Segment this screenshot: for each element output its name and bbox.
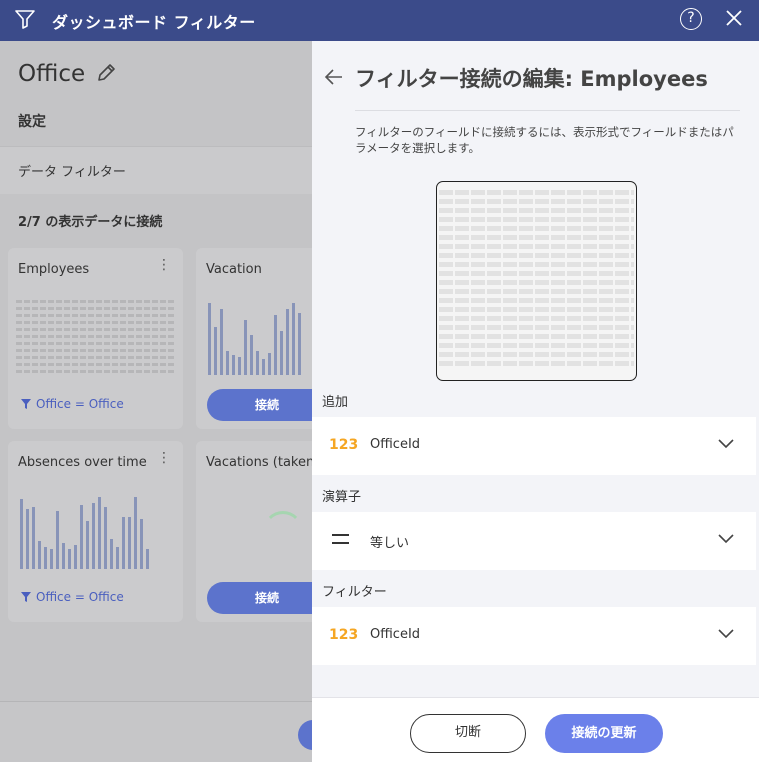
loading-spinner [263, 511, 303, 551]
card-filter-status: Office = Office [20, 397, 124, 411]
dashboard-filter-pane: Office 設定 データ フィルター 2/7 の表示データに接続 Employ… [0, 41, 312, 762]
operator-select[interactable]: 等しい [312, 512, 756, 570]
update-connection-button[interactable]: 接続の更新 [545, 714, 663, 753]
visualization-card-absences[interactable]: Absences over time ⋮ Office = Office [8, 441, 183, 622]
title-bar: ダッシュボード フィルター ? [0, 0, 759, 41]
visualization-card-vacation[interactable]: Vacation 接続 [196, 248, 312, 429]
card-title: Vacations (taken [206, 455, 312, 470]
filter-field-value: OfficeId [370, 627, 421, 642]
close-icon[interactable] [725, 9, 743, 27]
visualization-preview[interactable] [436, 181, 637, 381]
filter-icon [21, 399, 31, 409]
card-filter-text: Office = Office [36, 590, 124, 604]
card-title: Vacation [206, 262, 262, 277]
panel-description: フィルターのフィールドに接続するには、表示形式でフィールドまたはパラメータを選択… [355, 125, 734, 155]
equals-icon [332, 534, 349, 550]
panel-footer: 切断 接続の更新 [312, 697, 759, 762]
divider [355, 110, 740, 111]
filter-title: Office [18, 61, 86, 87]
chevron-down-icon [718, 439, 734, 449]
connect-button[interactable]: 接続 [207, 582, 312, 614]
card-title: Employees [18, 262, 90, 277]
card-filter-text: Office = Office [36, 397, 124, 411]
numeric-type-icon: 123 [329, 437, 359, 453]
numeric-type-icon: 123 [329, 627, 359, 643]
bar-thumbnail [20, 491, 149, 569]
card-filter-status: Office = Office [20, 590, 124, 604]
data-filter-tab[interactable]: データ フィルター [0, 146, 312, 194]
filter-icon [21, 592, 31, 602]
back-arrow-icon[interactable] [324, 67, 344, 87]
filter-label: フィルター [322, 585, 387, 600]
card-title: Absences over time [18, 455, 147, 470]
filter-field-select[interactable]: 123 OfficeId [312, 607, 756, 665]
pencil-icon[interactable] [95, 62, 117, 84]
window-title: ダッシュボード フィルター [52, 13, 256, 32]
more-icon[interactable]: ⋮ [157, 258, 171, 272]
chevron-down-icon [718, 534, 734, 544]
bar-thumbnail [208, 300, 301, 375]
visualization-card-employees[interactable]: Employees ⋮ Office = Office [8, 248, 183, 429]
connect-button[interactable]: 接続 [207, 389, 312, 421]
connected-count-label: 2/7 の表示データに接続 [18, 215, 163, 230]
visualization-card-vacations-taken[interactable]: Vacations (taken 接続 [196, 441, 312, 622]
add-field-select[interactable]: 123 OfficeId [312, 417, 756, 475]
add-field-value: OfficeId [370, 437, 421, 452]
more-icon[interactable]: ⋮ [157, 451, 171, 465]
disconnect-button[interactable]: 切断 [410, 714, 526, 753]
add-label: 追加 [322, 395, 349, 410]
data-filter-label: データ フィルター [18, 165, 126, 180]
chevron-down-icon [718, 629, 734, 639]
left-footer [0, 701, 312, 762]
settings-label: 設定 [18, 114, 46, 130]
edit-connection-panel: フィルター接続の編集: Employees フィルターのフィールドに接続するには… [312, 41, 759, 762]
operator-value: 等しい [370, 536, 410, 551]
panel-title: フィルター接続の編集: Employees [355, 67, 708, 91]
filter-icon [15, 10, 35, 29]
partial-button[interactable] [298, 720, 312, 750]
operator-label: 演算子 [322, 490, 362, 505]
help-icon[interactable]: ? [680, 8, 702, 30]
grid-thumbnail [16, 300, 174, 377]
